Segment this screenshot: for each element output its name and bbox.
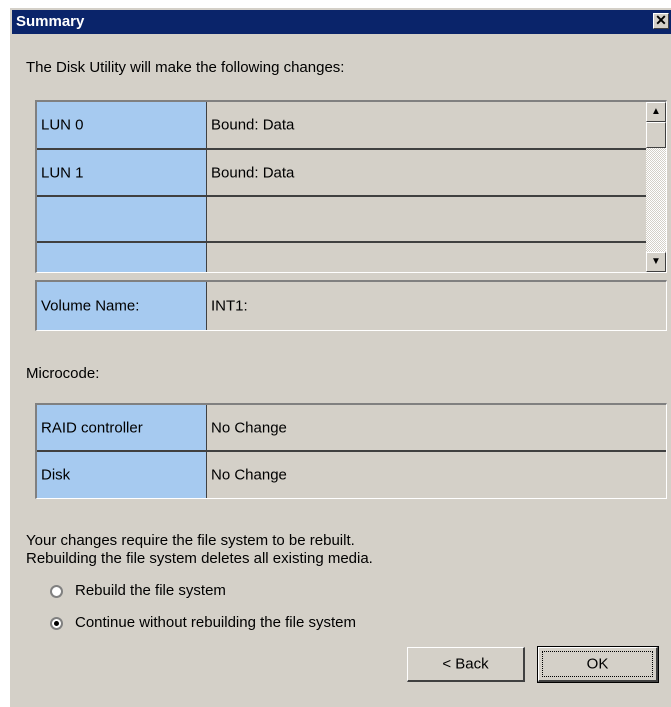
- lun-status-cell: [207, 197, 646, 241]
- lun-name-cell: [37, 197, 207, 241]
- component-name: RAID controller: [41, 419, 143, 436]
- volume-label: Volume Name:: [41, 297, 140, 315]
- continue-label[interactable]: Continue without rebuilding the file sys…: [75, 614, 356, 631]
- table-row: RAID controller No Change: [37, 405, 666, 452]
- scroll-thumb[interactable]: [646, 122, 666, 148]
- arrow-up-icon: ▲: [651, 106, 661, 117]
- table-row: [37, 243, 646, 272]
- table-row: LUN 1 Bound: Data: [37, 150, 646, 197]
- component-status-cell: No Change: [207, 452, 666, 498]
- back-button[interactable]: < Back: [407, 647, 525, 682]
- component-status-cell: No Change: [207, 405, 666, 450]
- title-bar[interactable]: Summary ✕: [12, 10, 671, 34]
- vertical-scrollbar[interactable]: ▲ ▼: [646, 102, 666, 272]
- volume-table: Volume Name: INT1:: [35, 280, 667, 331]
- arrow-down-icon: ▼: [651, 256, 661, 267]
- table-row: [37, 197, 646, 243]
- volume-value: INT1:: [211, 297, 248, 315]
- lun-name-cell: LUN 1: [37, 150, 207, 195]
- notice-line-2: Rebuilding the file system deletes all e…: [26, 550, 373, 567]
- component-name-cell: Disk: [37, 452, 207, 498]
- lun-status-cell: Bound: Data: [207, 102, 646, 148]
- volume-label-cell: Volume Name:: [37, 282, 207, 330]
- table-row: Disk No Change: [37, 452, 666, 498]
- volume-value-cell: INT1:: [207, 282, 666, 330]
- table-row: LUN 0 Bound: Data: [37, 102, 646, 150]
- summary-dialog: Summary ✕ The Disk Utility will make the…: [10, 8, 671, 707]
- notice-line-1: Your changes require the file system to …: [26, 532, 355, 549]
- close-icon: ✕: [655, 12, 667, 28]
- rebuild-radio[interactable]: [50, 585, 63, 598]
- microcode-heading: Microcode:: [26, 365, 100, 382]
- lun-name-cell: LUN 0: [37, 102, 207, 148]
- scroll-down-button[interactable]: ▼: [646, 252, 666, 272]
- component-status: No Change: [211, 419, 287, 436]
- component-status: No Change: [211, 466, 287, 484]
- lun-name: LUN 1: [41, 164, 84, 181]
- lun-status: Bound: Data: [211, 116, 295, 134]
- dialog-title: Summary: [16, 13, 85, 30]
- table-row: Volume Name: INT1:: [37, 282, 666, 330]
- lun-status: Bound: Data: [211, 164, 295, 181]
- intro-text: The Disk Utility will make the following…: [26, 59, 345, 76]
- rebuild-label[interactable]: Rebuild the file system: [75, 582, 226, 599]
- microcode-table: RAID controller No Change Disk No Change: [35, 403, 667, 499]
- component-name-cell: RAID controller: [37, 405, 207, 450]
- ok-button[interactable]: OK: [537, 646, 659, 683]
- lun-name: LUN 0: [41, 116, 84, 134]
- lun-status-cell: Bound: Data: [207, 150, 646, 195]
- close-button[interactable]: ✕: [653, 13, 669, 29]
- continue-radio[interactable]: [50, 617, 63, 630]
- lun-name-cell: [37, 243, 207, 272]
- scroll-up-button[interactable]: ▲: [646, 102, 666, 122]
- back-button-label: < Back: [442, 655, 489, 673]
- ok-button-label: OK: [586, 655, 609, 673]
- component-name: Disk: [41, 466, 71, 484]
- changes-table: LUN 0 Bound: Data LUN 1 Bound: Data ▲ ▼: [35, 100, 667, 273]
- lun-status-cell: [207, 243, 646, 272]
